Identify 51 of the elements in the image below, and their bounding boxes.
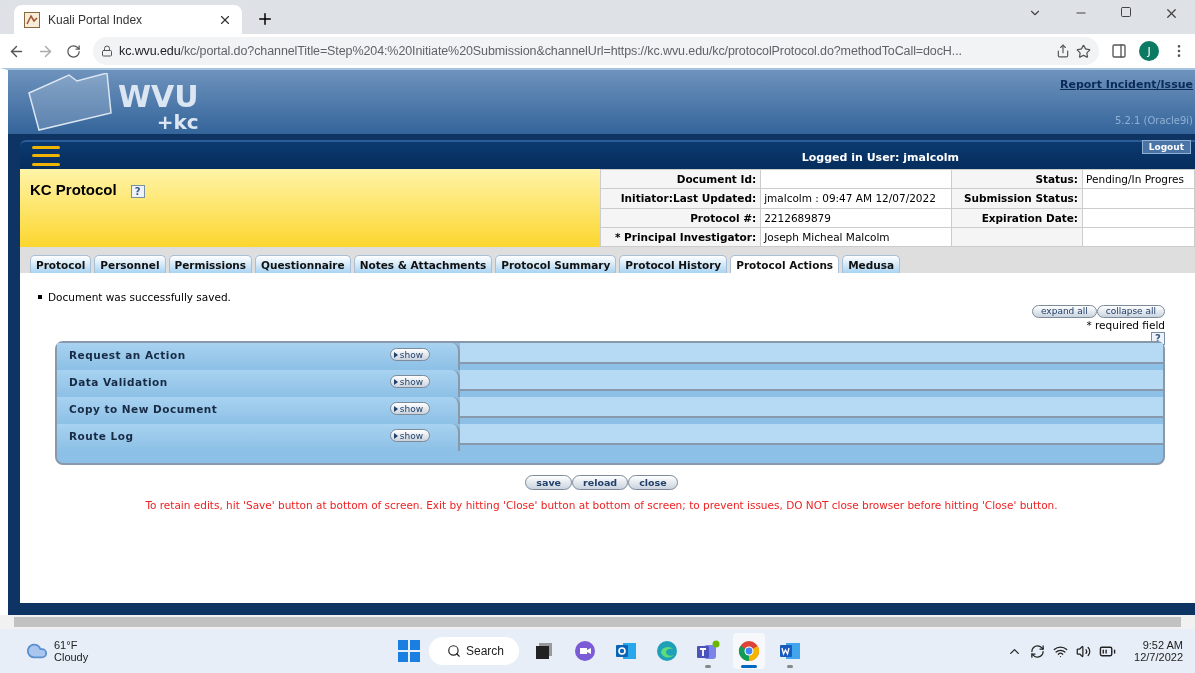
field-label: Initiator:Last Updated: [600, 188, 761, 208]
expand-all-button[interactable]: expand all [1031, 305, 1097, 318]
section-title: Copy to New Document [69, 402, 218, 415]
action-button[interactable]: save [525, 475, 573, 490]
field-value: Pending/In Progres [1082, 169, 1195, 189]
page-tab[interactable]: Notes & Attachments [353, 255, 493, 273]
logo-text: WVU [118, 82, 199, 112]
show-button[interactable]: show [389, 402, 430, 415]
action-button[interactable]: reload [572, 475, 629, 490]
logout-button[interactable]: Logout [1141, 140, 1191, 154]
page-tab[interactable]: Protocol Actions [730, 255, 840, 273]
field-value: jmalcolm : 09:47 AM 12/07/2022 [760, 188, 952, 208]
document-title: KC Protocol [30, 181, 117, 198]
field-value: Joseph Micheal Malcolm [760, 227, 952, 247]
section-title: Request an Action [69, 348, 186, 361]
profile-avatar[interactable]: J [1139, 41, 1159, 61]
page-tab[interactable]: Protocol Summary [495, 255, 617, 273]
address-bar[interactable]: kc.wvu.edu/kc/portal.do?channelTitle=Step%204:%20Initiate%20Submission&channelUrl=https://kc.wvu.edu/kc/protocolProtocol.do?methodToCall=docH... [93, 37, 1099, 65]
action-button[interactable]: close [628, 475, 678, 490]
collapse-all-button[interactable]: collapse all [1096, 305, 1165, 318]
temperature: 61°F [54, 639, 79, 651]
browser-tab[interactable]: Kuali Portal Index [14, 5, 242, 34]
url-text: kc.wvu.edu/kc/portal.do?channelTitle=Step%204:%20Initiate%20Submission&channelUrl=https://kc.wvu.edu/kc/protocolProtocol.do?methodToCall=docH... [119, 44, 963, 58]
field-label: Document Id: [600, 169, 761, 189]
field-label: Protocol #: [600, 208, 761, 228]
logo-subtext: +kc [156, 112, 199, 132]
section-title: Route Log [69, 429, 134, 442]
version-text: 5.2.1 (Oracle9i) [1114, 115, 1193, 126]
show-button[interactable]: show [389, 429, 430, 442]
logged-in-user: Logged in User: jmalcolm [801, 151, 959, 164]
required-field-note: * required field [1086, 319, 1165, 331]
show-button[interactable]: show [389, 375, 430, 388]
page-tab[interactable]: Questionnaire [255, 255, 351, 273]
tab-title: Kuali Portal Index [48, 12, 144, 27]
page-tab[interactable]: Personnel [94, 255, 166, 273]
taskbar-search[interactable]: Search [429, 637, 519, 665]
help-icon[interactable]: ? [130, 185, 145, 198]
warning-message: To retain edits, hit 'Save' button at bottom of screen. Exit by hitting 'Close' button at bottom of screen; to prevent issues, DO NOT close browser before hitting 'Close' button. [144, 499, 1059, 511]
weather-condition: Cloudy [54, 651, 89, 663]
page-tab[interactable]: Protocol [30, 255, 92, 273]
field-label: * Principal Investigator: [600, 227, 761, 247]
clock[interactable]: 9:52 AM 12/7/2022 [1134, 639, 1183, 663]
field-label: Status: [951, 169, 1083, 189]
page-tab[interactable]: Protocol History [619, 255, 728, 273]
report-incident-link[interactable]: Report Incident/Issue [1060, 78, 1193, 91]
show-button[interactable]: show [389, 348, 430, 361]
status-message: Document was successfully saved. [48, 291, 231, 303]
field-value: 2212689879 [760, 208, 952, 228]
page-tab[interactable]: Medusa [842, 255, 901, 273]
section-title: Data Validation [69, 375, 168, 388]
page-tab[interactable]: Permissions [168, 255, 253, 273]
